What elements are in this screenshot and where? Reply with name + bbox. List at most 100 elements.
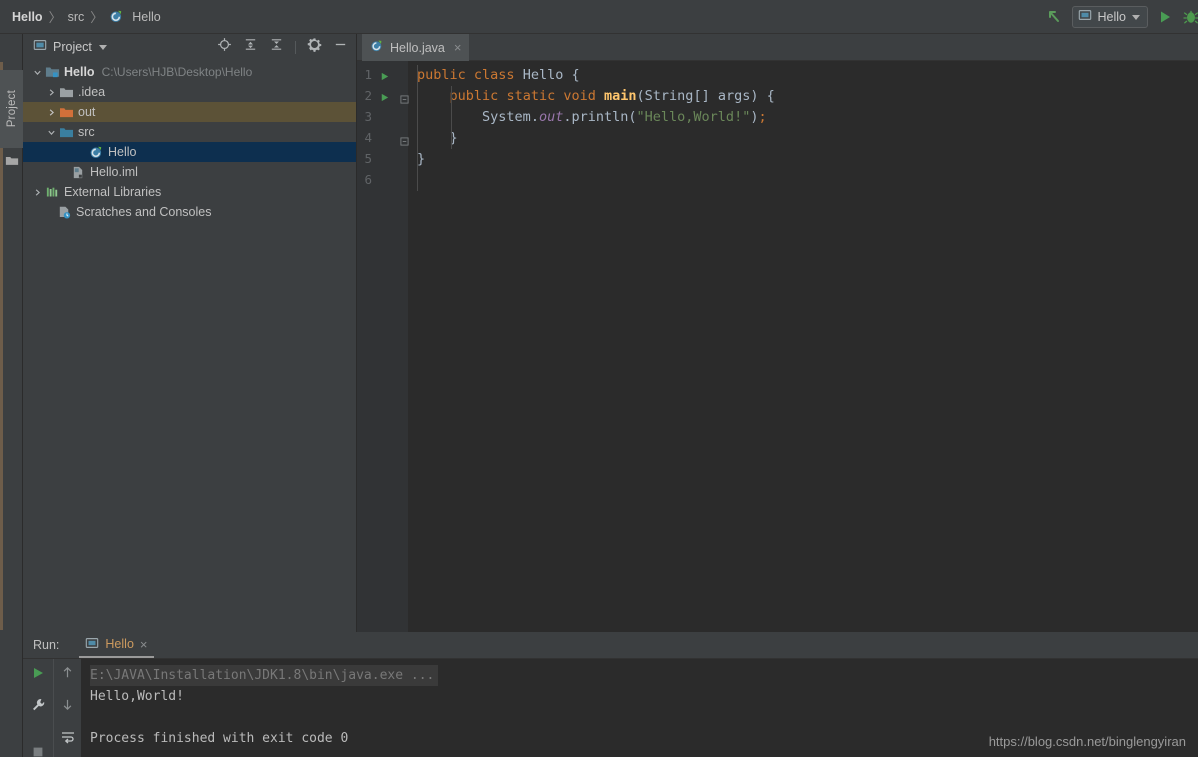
run-play-icon[interactable] [1156,8,1174,26]
code-line-2: public static void main(String[] args) { [449,88,775,104]
chevron-down-icon [1132,14,1140,20]
java-class-icon [87,145,105,160]
breadcrumb-item-src[interactable]: src [68,10,85,24]
line-number: 3 [364,109,372,124]
folder-blue-icon [57,126,75,139]
chevron-down-icon[interactable] [31,68,43,77]
java-class-icon [109,9,124,24]
run-configuration-selector[interactable]: Hello [1071,6,1148,28]
editor-area: Hello.java × 1 2 3 4 5 6 public class He… [357,34,1198,632]
tree-row-hello-module[interactable]: Hello C:\Users\HJB\Desktop\Hello [23,62,356,82]
project-tab-label: Project [5,90,18,128]
wrench-settings-icon[interactable] [30,697,46,718]
project-tool-window: Project Hello C:\Users\HJB\Desktop\Hello… [23,34,357,632]
code-text-area[interactable]: public class Hello { public static void … [408,61,1198,632]
run-gutter-icon[interactable] [379,69,390,87]
console-line: E:\JAVA\Installation\JDK1.8\bin\java.exe… [90,665,1198,686]
project-panel-title: Project [53,40,92,54]
line-number: 2 [364,88,372,103]
code-line-4: } [449,130,458,146]
project-panel-toolbar [217,34,348,60]
tree-label: src [78,125,95,139]
arrow-down-icon[interactable] [60,697,75,717]
settings-gear-icon[interactable] [307,37,322,57]
close-icon[interactable]: × [140,637,148,652]
run-tool-window: Run: Hello × E:\JAVA\Installation\JDK1.8… [23,632,1198,757]
tree-row-hello-class[interactable]: Hello [23,142,356,162]
chevron-right-icon[interactable] [45,108,57,117]
hide-minimize-icon[interactable] [333,37,348,57]
close-icon[interactable]: × [454,40,462,55]
tree-row-hello-iml[interactable]: Hello.iml [23,162,356,182]
ide-window: Hello 〉 src 〉 Hello Hello Project Projec… [0,0,1198,757]
run-panel-header: Run: Hello × [23,632,1198,659]
collapse-all-icon[interactable] [269,37,284,57]
gutter-line: 4 [357,128,409,149]
arrow-up-left-icon[interactable] [1044,7,1064,27]
left-tool-strip: Project [0,34,23,757]
gutter-line: 1 [357,65,408,86]
gutter-line: 3 [357,107,408,128]
breadcrumb: Hello 〉 src 〉 Hello [0,7,161,26]
tree-label: out [78,105,96,119]
line-number: 1 [364,67,372,82]
run-tab-hello[interactable]: Hello × [79,632,154,658]
locate-target-icon[interactable] [217,37,232,57]
iml-file-icon [69,165,87,180]
breadcrumb-item-project[interactable]: Hello [12,10,43,24]
top-toolbar-actions: Hello [1044,0,1198,34]
run-panel-label: Run: [33,638,60,652]
stop-square-icon[interactable] [30,744,46,757]
editor-tab-strip: Hello.java × [357,34,1198,61]
debug-bug-icon[interactable] [1182,8,1198,26]
breadcrumb-item-class[interactable]: Hello [132,10,161,24]
console-command-line: E:\JAVA\Installation\JDK1.8\bin\java.exe… [90,665,439,686]
folder-orange-icon [57,106,75,119]
editor-tab-hello-java[interactable]: Hello.java × [362,34,470,61]
chevron-right-icon[interactable] [31,188,43,197]
editor-gutter[interactable]: 1 2 3 4 5 6 [357,61,409,632]
tree-label: External Libraries [64,185,162,199]
console-output[interactable]: E:\JAVA\Installation\JDK1.8\bin\java.exe… [81,659,1198,757]
run-secondary-toolbar [53,659,81,757]
arrow-up-icon[interactable] [60,665,75,685]
folder-gray-icon [57,86,75,99]
run-left-toolbar [23,659,53,757]
run-configuration-icon [1078,8,1092,27]
tree-row-idea[interactable]: .idea [23,82,356,102]
code-line-3: System.out.println("Hello,World!"); [482,109,767,125]
project-window-icon [33,38,47,57]
top-navigation-bar: Hello 〉 src 〉 Hello Hello [0,0,1198,34]
chevron-right-icon[interactable] [45,88,57,97]
project-tree: Hello C:\Users\HJB\Desktop\Hello .idea o… [23,60,356,632]
soft-wrap-icon[interactable] [60,729,76,750]
module-icon [43,65,61,79]
rerun-play-icon[interactable] [30,665,46,686]
scratches-icon [55,205,73,220]
gutter-line: 2 [357,86,409,108]
sidebar-item-project-tab[interactable]: Project [0,70,23,148]
tree-row-out[interactable]: out [23,102,356,122]
tree-path: C:\Users\HJB\Desktop\Hello [101,65,253,79]
tree-label: Hello [64,65,95,79]
run-gutter-icon[interactable] [379,90,390,108]
line-number: 6 [364,172,372,187]
tree-row-external-libraries[interactable]: External Libraries [23,182,356,202]
console-line: Hello,World! [90,689,184,704]
chevron-down-icon[interactable] [45,128,57,137]
folder-icon [5,154,19,172]
tree-label: Hello [108,145,137,159]
tree-row-src[interactable]: src [23,122,356,142]
expand-all-icon[interactable] [243,37,258,57]
chevron-down-icon[interactable] [98,44,107,50]
tree-label: .idea [78,85,106,99]
tree-row-scratches-consoles[interactable]: Scratches and Consoles [23,202,356,222]
code-editor[interactable]: 1 2 3 4 5 6 public class Hello {public … [357,61,1198,632]
gutter-line: 5 [357,149,408,170]
toolbar-divider [295,40,296,54]
tree-label: Hello.iml [90,165,138,179]
run-panel-body: E:\JAVA\Installation\JDK1.8\bin\java.exe… [23,659,1198,757]
run-configuration-icon [85,636,99,653]
